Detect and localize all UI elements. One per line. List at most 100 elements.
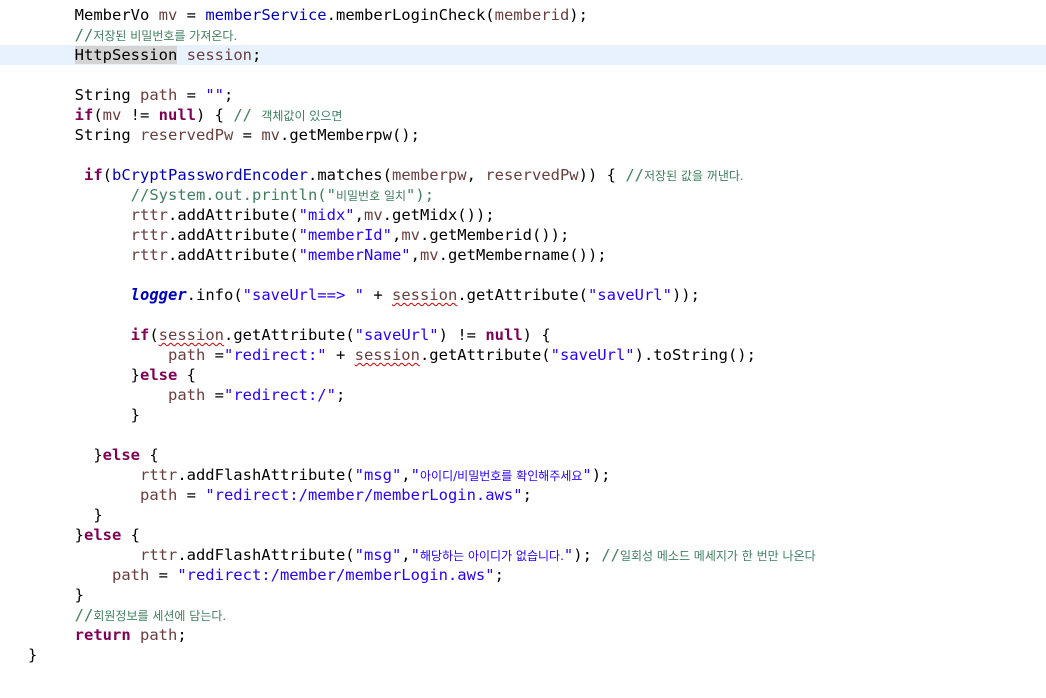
code-token: rttr xyxy=(130,246,168,264)
code-token: path xyxy=(139,486,178,504)
code-line[interactable]: rttr.addFlashAttribute("msg","해당하는 아이디가 … xyxy=(0,545,1046,565)
code-token: // xyxy=(233,106,262,124)
code-token: String xyxy=(74,86,140,104)
code-token: .info( xyxy=(186,286,243,304)
code-token: session xyxy=(158,326,224,344)
code-token: } xyxy=(74,586,84,604)
code-token: null xyxy=(485,326,523,344)
code-token: logger xyxy=(130,286,187,304)
code-line[interactable]: path = "redirect:/member/memberLogin.aws… xyxy=(0,485,1046,505)
code-token: .addAttribute( xyxy=(167,226,299,244)
code-token: if xyxy=(130,326,150,344)
code-token: else xyxy=(102,446,140,464)
code-line[interactable]: //저장된 비밀번호를 가져온다. xyxy=(0,25,1046,45)
code-line[interactable]: rttr.addAttribute("memberName",mv.getMem… xyxy=(0,245,1046,265)
code-token: mv xyxy=(363,206,383,224)
code-token: MemberVo xyxy=(74,6,159,24)
code-line[interactable] xyxy=(0,305,1046,325)
code-line[interactable]: //회원정보를 세션에 담는다. xyxy=(0,605,1046,625)
code-token: session xyxy=(354,346,420,364)
code-token: ; xyxy=(177,626,187,644)
code-token: rttr xyxy=(139,546,178,564)
code-line[interactable]: path = "redirect:/member/memberLogin.aws… xyxy=(0,565,1046,585)
code-line[interactable]: String reservedPw = mv.getMemberpw(); xyxy=(0,125,1046,145)
code-token: 저장된 비밀번호를 가져온다. xyxy=(93,29,238,43)
code-token: .addAttribute( xyxy=(167,206,299,224)
code-line[interactable] xyxy=(0,65,1046,85)
code-line[interactable]: } xyxy=(0,405,1046,425)
code-line[interactable]: return path; xyxy=(0,625,1046,645)
code-line[interactable]: path ="redirect:/"; xyxy=(0,385,1046,405)
code-line[interactable]: rttr.addFlashAttribute("msg","아이디/비밀번호를 … xyxy=(0,465,1046,485)
code-token: reservedPw xyxy=(485,166,579,184)
code-token: } xyxy=(28,646,38,664)
code-token: .getMemberpw(); xyxy=(279,126,420,144)
code-line[interactable]: logger.info("saveUrl==> " + session.getA… xyxy=(0,285,1046,305)
code-line[interactable]: } xyxy=(0,645,1046,665)
code-line[interactable]: if(session.getAttribute("saveUrl") != nu… xyxy=(0,325,1046,345)
code-token: { xyxy=(177,366,196,384)
code-token: "msg" xyxy=(354,466,402,484)
code-token: "); xyxy=(406,186,435,204)
code-token: 저장된 값을 꺼낸다. xyxy=(643,169,744,183)
code-token: mv xyxy=(158,6,178,24)
code-line[interactable]: }else { xyxy=(0,525,1046,545)
code-token: // xyxy=(74,606,94,624)
code-token: "msg" xyxy=(354,546,402,564)
code-token: session xyxy=(391,286,458,304)
code-editor[interactable]: MemberVo mv = memberService.memberLoginC… xyxy=(0,0,1046,698)
code-line[interactable]: if(mv != null) { // 객체값이 있으면 xyxy=(0,105,1046,125)
code-line[interactable]: rttr.addAttribute("midx",mv.getMidx()); xyxy=(0,205,1046,225)
code-token: + xyxy=(326,346,355,364)
code-line[interactable] xyxy=(0,425,1046,445)
code-token: rttr xyxy=(130,206,168,224)
code-token: .matches( xyxy=(307,166,392,184)
code-token: ( xyxy=(149,326,159,344)
code-token: ); xyxy=(569,6,588,24)
code-token: "" xyxy=(205,86,224,104)
code-token: + xyxy=(363,286,392,304)
code-token: = xyxy=(149,566,178,584)
code-token: { xyxy=(140,446,159,464)
code-token: " xyxy=(410,466,420,484)
code-token: // xyxy=(74,26,94,44)
code-token: ) != xyxy=(438,326,486,344)
code-token: path xyxy=(167,346,206,364)
code-token: ).toString(); xyxy=(634,346,756,364)
code-token: path xyxy=(111,566,150,584)
code-token: ; xyxy=(494,566,504,584)
code-token: path xyxy=(139,86,178,104)
code-line[interactable]: MemberVo mv = memberService.memberLoginC… xyxy=(0,5,1046,25)
code-line[interactable]: } xyxy=(0,585,1046,605)
code-line[interactable]: }else { xyxy=(0,445,1046,465)
code-line[interactable]: rttr.addAttribute("memberId",mv.getMembe… xyxy=(0,225,1046,245)
code-line[interactable]: if(bCryptPasswordEncoder.matches(memberp… xyxy=(0,165,1046,185)
code-line-current[interactable]: HttpSession session; xyxy=(0,45,1046,65)
code-line[interactable]: //System.out.println("비밀번호 일치"); xyxy=(0,185,1046,205)
code-token: = xyxy=(205,386,224,404)
code-line[interactable] xyxy=(0,145,1046,165)
code-token: "redirect:" xyxy=(223,346,327,364)
code-token: " xyxy=(410,546,420,564)
code-token: ; xyxy=(522,486,532,504)
code-line[interactable] xyxy=(0,265,1046,285)
code-token: ( xyxy=(93,106,103,124)
code-token: 회원정보를 세션에 담는다. xyxy=(93,609,227,623)
code-token: "redirect:/member/memberLogin.aws" xyxy=(177,566,495,584)
code-token: path xyxy=(140,626,178,644)
code-line[interactable]: } xyxy=(0,505,1046,525)
code-token: = xyxy=(177,6,206,24)
code-line[interactable]: }else { xyxy=(0,365,1046,385)
code-token: .getMemberid()); xyxy=(419,226,570,244)
code-line[interactable]: String path = ""; xyxy=(0,85,1046,105)
code-line[interactable]: path ="redirect:" + session.getAttribute… xyxy=(0,345,1046,365)
code-token: if xyxy=(74,106,94,124)
